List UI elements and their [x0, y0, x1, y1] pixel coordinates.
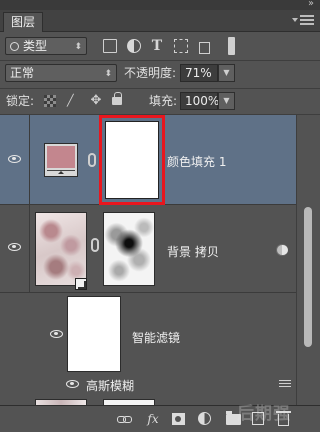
filter-smart-objects-icon[interactable] [198, 39, 212, 54]
fill-input[interactable]: 100% [180, 92, 219, 110]
color-fill-thumbnail[interactable] [44, 143, 78, 177]
lock-image-pixels-icon[interactable]: ╱ [67, 95, 79, 107]
lock-position-icon[interactable]: ✥ [90, 94, 102, 107]
layer-filter-row: 类型 ⬍ T [0, 33, 320, 59]
eye-icon[interactable] [8, 155, 21, 163]
filter-toggle-switch[interactable] [228, 37, 235, 55]
lock-label: 锁定: [6, 94, 35, 108]
panel-tab-bar: 图层 [0, 10, 320, 32]
new-layer-icon[interactable] [252, 412, 264, 425]
smart-filter-indicator-icon[interactable] [276, 244, 288, 256]
eye-icon[interactable] [66, 380, 79, 388]
select-arrows-icon: ⬍ [74, 42, 82, 52]
panel-menu-icon[interactable] [292, 13, 314, 27]
collapse-panel-icon[interactable]: ›› [308, 0, 314, 9]
layer-style-fx-icon[interactable]: fx [145, 412, 161, 426]
opacity-dropdown-button[interactable]: ▼ [218, 64, 235, 82]
filter-kind-label: 类型 [23, 39, 48, 53]
filter-name[interactable]: 高斯模糊 [86, 377, 134, 394]
lock-transparent-pixels-icon[interactable] [44, 95, 56, 107]
fill-dropdown-button[interactable]: ▼ [218, 92, 235, 110]
chain-link-icon[interactable] [91, 238, 99, 252]
lock-all-icon[interactable] [112, 92, 122, 105]
new-adjustment-layer-icon[interactable] [198, 412, 211, 425]
filter-mask-thumbnail[interactable] [67, 296, 121, 372]
filter-blending-options-icon[interactable] [279, 380, 291, 389]
scrollbar-thumb[interactable] [304, 207, 312, 347]
search-icon [10, 42, 19, 51]
lock-row: 锁定: ╱ ✥ 填充: 100% ▼ [0, 89, 320, 113]
fill-label: 填充: [149, 94, 178, 108]
scrollbar[interactable] [296, 115, 320, 405]
new-group-icon[interactable] [226, 411, 241, 425]
layer-row-smart-filters[interactable]: 智能滤镜 [0, 293, 296, 381]
blend-mode-select[interactable]: 正常 ⬍ [5, 64, 117, 82]
tab-layers[interactable]: 图层 [3, 12, 43, 32]
layer-thumbnail[interactable] [35, 212, 87, 286]
trash-icon[interactable] [276, 411, 291, 426]
fill-color-swatch [47, 146, 75, 168]
visibility-column [0, 115, 30, 204]
link-layers-icon[interactable] [116, 412, 132, 426]
eye-icon[interactable] [8, 243, 21, 251]
blend-row: 正常 ⬍ 不透明度: 71% ▼ [0, 61, 320, 87]
layers-bottom-toolbar: fx [0, 405, 320, 432]
chain-link-icon[interactable] [88, 153, 96, 167]
layer-name[interactable]: 颜色填充 1 [167, 153, 226, 170]
smart-object-badge-icon [75, 278, 87, 290]
layer-name: 智能滤镜 [132, 331, 181, 345]
fill-swatch-bar [47, 170, 75, 174]
filter-type-layers-icon[interactable]: T [150, 39, 164, 53]
opacity-input[interactable]: 71% [180, 64, 218, 82]
filter-shape-layers-icon[interactable] [174, 39, 188, 53]
layers-list: 颜色填充 1 背景 拷贝 智能滤镜 高斯模糊 [0, 115, 296, 405]
layer-mask-highlight [99, 115, 165, 205]
filter-adjustment-layers-icon[interactable] [127, 39, 141, 53]
layer-row-gaussian-blur[interactable]: 高斯模糊 [0, 373, 296, 395]
opacity-label: 不透明度: [124, 66, 177, 80]
visibility-column [0, 205, 30, 292]
layer-row-background-copy[interactable]: 背景 拷贝 [0, 205, 296, 293]
layer-row-color-fill[interactable]: 颜色填充 1 [0, 115, 296, 205]
filter-kind-select[interactable]: 类型 ⬍ [5, 37, 87, 55]
layer-mask-thumbnail[interactable] [105, 121, 159, 199]
add-mask-icon[interactable] [172, 413, 185, 425]
panel-title-strip: ›› [0, 0, 320, 10]
eye-icon[interactable] [50, 330, 63, 338]
layer-name[interactable]: 背景 拷贝 [167, 243, 219, 260]
blend-mode-value: 正常 [10, 66, 35, 80]
smart-filter-mask-thumbnail[interactable] [103, 212, 155, 286]
filter-pixel-layers-icon[interactable] [103, 39, 117, 53]
select-arrows-icon: ⬍ [104, 69, 112, 79]
